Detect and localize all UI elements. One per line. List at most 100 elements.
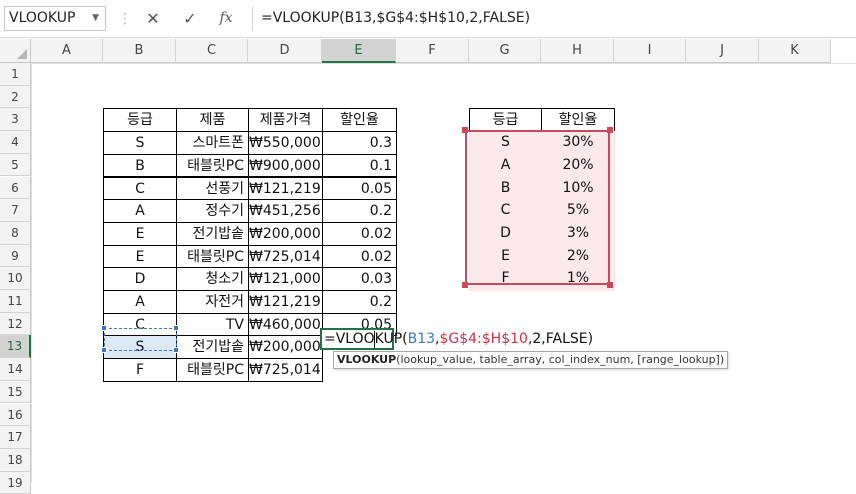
chevron-down-icon[interactable]: ▼ [92,7,99,30]
range-handle[interactable] [462,282,468,288]
row-header-8[interactable]: 8 [0,221,31,245]
table1-cell[interactable]: S [103,131,177,155]
column-header-e[interactable]: E [322,39,396,63]
table1-cell[interactable]: ₩900,000 [248,153,323,178]
ref-g4-h10: $G$4:$H$10 [439,331,528,347]
name-box[interactable]: VLOOKUP ▼ [4,6,106,31]
row-header-6[interactable]: 6 [0,176,31,200]
table1-cell[interactable]: ₩550,000 [248,131,323,155]
table1-cell[interactable]: A [103,290,177,314]
ref-handle[interactable] [173,347,179,353]
table1-header-cell[interactable]: 제품가격 [248,108,323,133]
row-header-17[interactable]: 17 [0,426,31,449]
table2-header-cell[interactable]: 등급 [469,108,542,133]
table1-cell[interactable]: 0.02 [322,244,397,269]
tooltip-arguments: (lookup_value, table_array, col_index_nu… [396,353,725,366]
select-all-triangle-icon [17,49,27,59]
table1-cell[interactable]: 0.1 [322,153,397,178]
table1-cell[interactable]: ₩451,256 [248,199,323,223]
column-header-k[interactable]: K [759,39,831,63]
row-header-3[interactable]: 3 [0,108,31,132]
table1-cell[interactable]: 0.2 [322,199,397,223]
table1-cell[interactable]: ₩121,000 [248,267,323,291]
column-header-c[interactable]: C [176,39,248,63]
row-header-2[interactable]: 2 [0,85,31,109]
table1-cell[interactable]: ₩460,000 [248,312,323,337]
row-header-14[interactable]: 14 [0,358,31,381]
table1-header-cell[interactable]: 등급 [103,108,177,133]
column-header-g[interactable]: G [469,39,541,63]
row-header-1[interactable]: 1 [0,63,31,86]
row-header-7[interactable]: 7 [0,199,31,222]
column-header-j[interactable]: J [686,39,759,63]
table1-cell[interactable]: ₩200,000 [248,335,323,360]
table1-cell[interactable]: C [103,176,177,201]
row-header-4[interactable]: 4 [0,131,31,154]
insert-function-icon[interactable]: fx [211,6,241,31]
row-header-10[interactable]: 10 [0,267,31,290]
row-header-15[interactable]: 15 [0,380,31,404]
function-tooltip[interactable]: VLOOKUP(lookup_value, table_array, col_i… [333,351,729,369]
more-options-icon[interactable]: ⋮ [118,8,132,30]
table1-cell[interactable]: E [103,244,177,269]
tooltip-function-name[interactable]: VLOOKUP [337,353,396,366]
column-header-i[interactable]: I [614,39,686,63]
reference-range-highlight [465,130,610,285]
reference-cell-highlight [104,328,177,351]
table1-cell[interactable]: 선풍기 [176,176,249,201]
table1-cell[interactable]: 태블릿PC [176,358,249,382]
table1-cell[interactable]: 태블릿PC [176,153,249,178]
table1-cell[interactable]: ₩121,219 [248,176,323,201]
column-header-d[interactable]: D [248,39,322,63]
table1-cell[interactable]: D [103,267,177,291]
ref-handle[interactable] [101,325,107,331]
table1-cell[interactable]: 자전거 [176,290,249,314]
row-header-12[interactable]: 12 [0,312,31,336]
range-handle[interactable] [607,127,613,133]
select-all-button[interactable] [0,39,31,63]
column-header-f[interactable]: F [396,39,469,63]
row-header-5[interactable]: 5 [0,153,31,177]
table1-cell[interactable]: B [103,153,177,178]
cell-edit-text[interactable]: =VLOOKUP(B13,$G$4:$H$10,2,FALSE) [324,328,593,350]
row-header-16[interactable]: 16 [0,403,31,427]
column-header-h[interactable]: H [541,39,614,63]
row-header-9[interactable]: 9 [0,244,31,268]
table1-cell[interactable]: 0.2 [322,290,397,314]
table1-cell[interactable]: 스마트폰 [176,131,249,155]
ref-handle[interactable] [173,325,179,331]
table1-cell[interactable]: 0.03 [322,267,397,291]
table1-cell[interactable]: TV [176,312,249,337]
row-header-11[interactable]: 11 [0,290,31,313]
text-cursor [374,331,375,348]
column-header-b[interactable]: B [103,39,176,63]
table1-cell[interactable]: 0.05 [322,176,397,201]
range-handle[interactable] [462,127,468,133]
table1-cell[interactable]: A [103,199,177,223]
table1-cell[interactable]: 전기밥솥 [176,335,249,360]
ref-b13: B13 [407,331,436,347]
cancel-icon[interactable]: ✕ [138,6,168,31]
column-header-a[interactable]: A [31,39,103,63]
table1-cell[interactable]: 전기밥솥 [176,221,249,246]
ref-handle[interactable] [101,347,107,353]
table1-cell[interactable]: ₩725,014 [248,358,323,382]
table1-cell[interactable]: ₩725,014 [248,244,323,269]
table1-cell[interactable]: E [103,221,177,246]
table1-cell[interactable]: 0.02 [322,221,397,246]
table1-cell[interactable]: F [103,358,177,382]
table1-header-cell[interactable]: 제품 [176,108,249,133]
formula-input[interactable]: =VLOOKUP(B13,$G$4:$H$10,2,FALSE) [252,6,856,31]
table2-header-cell[interactable]: 할인율 [541,108,615,133]
table1-cell[interactable]: 청소기 [176,267,249,291]
range-handle[interactable] [607,282,613,288]
table1-cell[interactable]: ₩200,000 [248,221,323,246]
table1-cell[interactable]: 정수기 [176,199,249,223]
table1-cell[interactable]: 0.3 [322,131,397,155]
table1-cell[interactable]: ₩121,219 [248,290,323,314]
table1-cell[interactable]: 태블릿PC [176,244,249,269]
table1-header-cell[interactable]: 할인율 [322,108,397,133]
row-header-18[interactable]: 18 [0,448,31,472]
enter-icon[interactable]: ✓ [175,6,205,31]
row-header-13[interactable]: 13 [0,335,31,359]
